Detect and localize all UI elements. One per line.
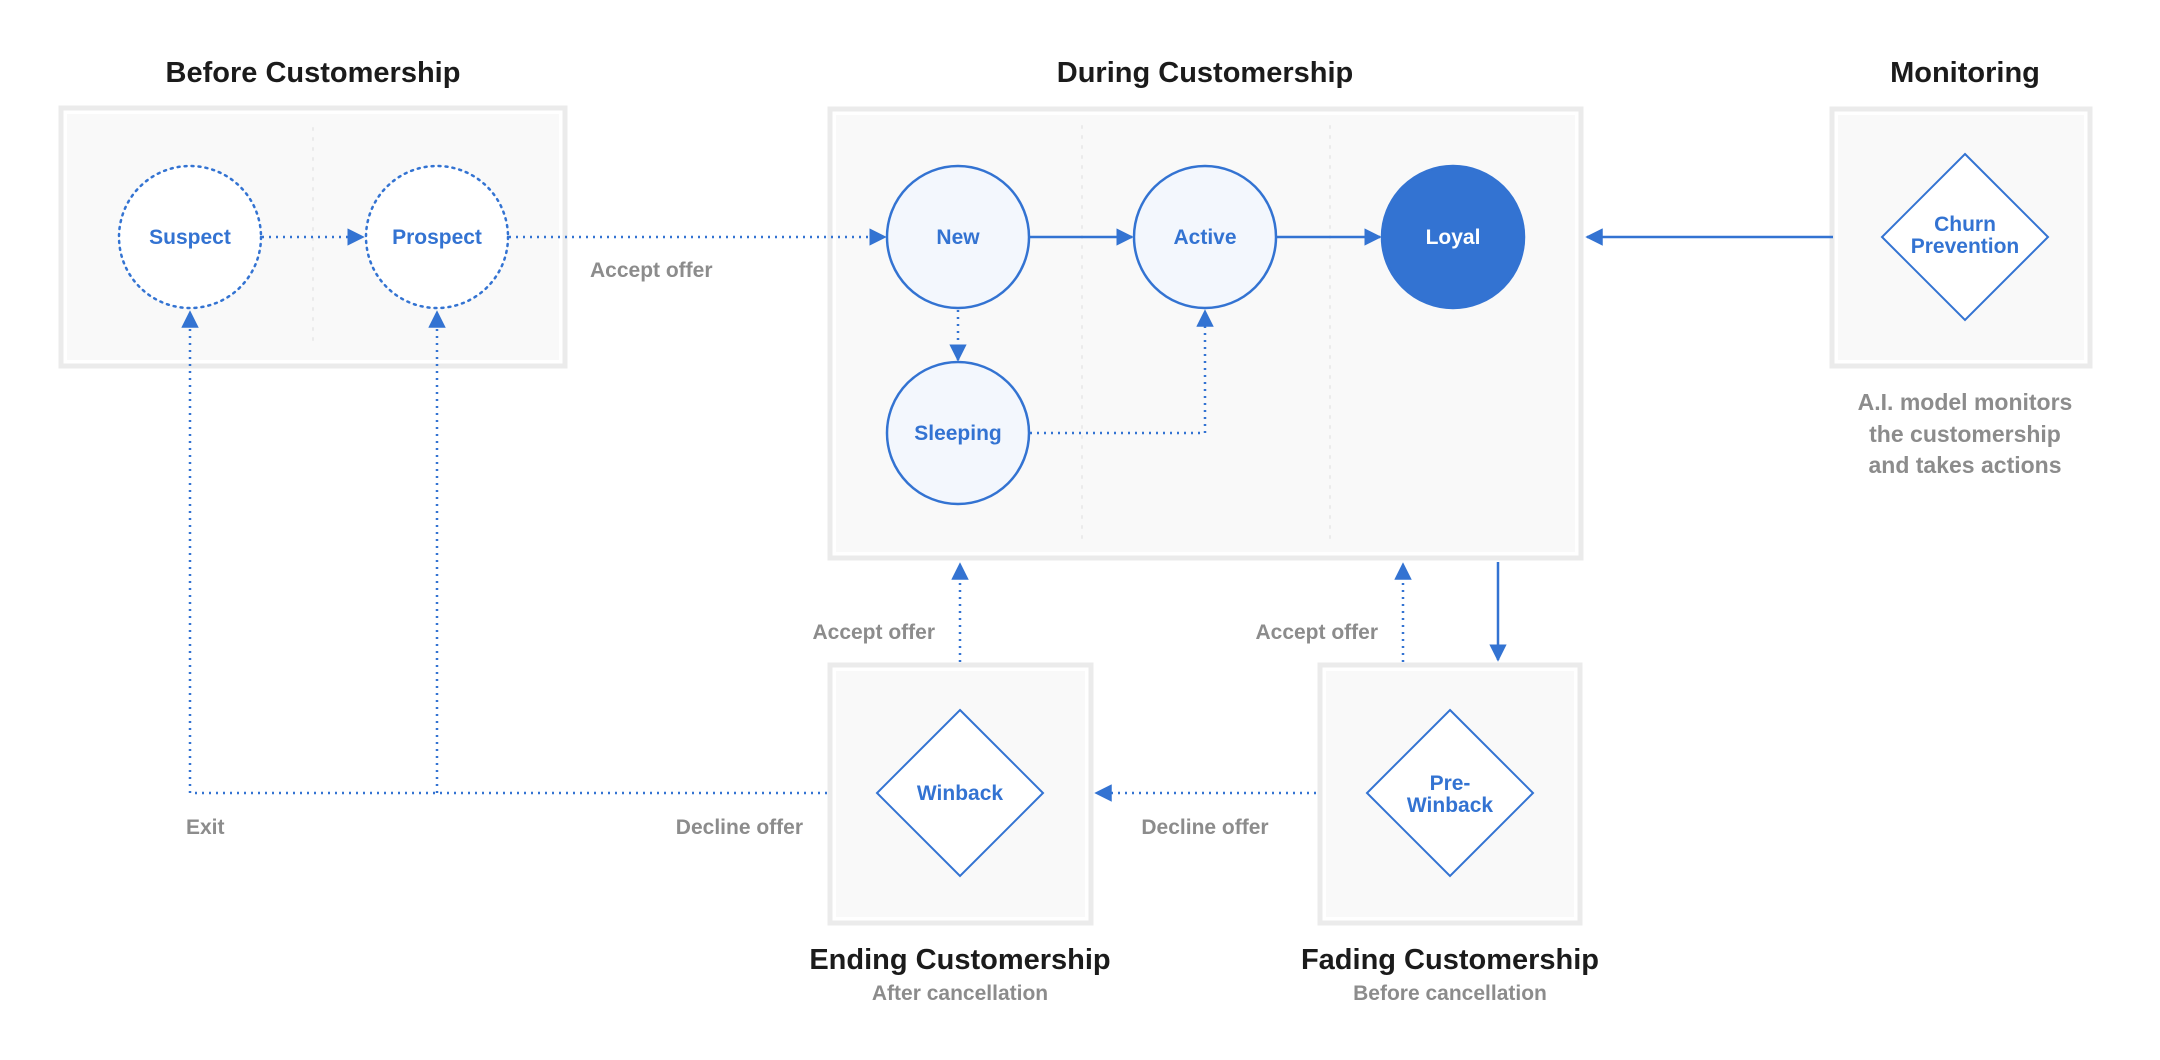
group-title-fading: Fading Customership	[1301, 944, 1599, 976]
edge-label-decline-offer: Decline offer	[676, 816, 803, 839]
node-label: Suspect	[149, 226, 231, 249]
customer-lifecycle-diagram: Before Customership During Customership …	[58, 57, 2093, 1005]
node-suspect[interactable]: Suspect	[117, 164, 263, 310]
edge-label-accept-offer: Accept offer	[1255, 621, 1378, 644]
group-subtitle-fading: Before cancellation	[1353, 982, 1547, 1005]
note-line: A.I. model monitors	[1858, 389, 2073, 415]
group-title-before: Before Customership	[166, 57, 461, 89]
node-label: Active	[1173, 226, 1236, 249]
node-label: Winback	[917, 782, 1003, 805]
node-loyal[interactable]: Loyal	[1380, 164, 1526, 310]
edge-label-exit: Exit	[186, 816, 225, 839]
group-subtitle-ending: After cancellation	[872, 982, 1048, 1005]
edge-winback-exit-suspect	[181, 310, 827, 795]
node-label: Prevention	[1911, 235, 2020, 258]
node-new[interactable]: New	[885, 164, 1031, 310]
edge-label-accept-offer: Accept offer	[590, 259, 713, 282]
group-title-monitoring: Monitoring	[1890, 57, 2040, 89]
edge-label-accept-offer: Accept offer	[812, 621, 935, 644]
node-label: Prospect	[392, 226, 482, 249]
note-line: and takes actions	[1868, 452, 2061, 478]
node-label: Loyal	[1426, 226, 1481, 249]
node-active[interactable]: Active	[1132, 164, 1278, 310]
node-label: New	[936, 226, 980, 249]
note-line: the customership	[1869, 421, 2061, 447]
node-label: Churn	[1934, 213, 1996, 236]
node-label: Sleeping	[914, 422, 1002, 445]
monitoring-note: A.I. model monitors the customership and…	[1858, 389, 2073, 478]
node-sleeping[interactable]: Sleeping	[885, 360, 1031, 506]
edge-label-decline-offer: Decline offer	[1141, 816, 1268, 839]
group-title-during: During Customership	[1057, 57, 1353, 89]
node-prospect[interactable]: Prospect	[364, 164, 510, 310]
group-title-ending: Ending Customership	[809, 944, 1110, 976]
node-label: Pre-	[1430, 772, 1471, 795]
node-label: Winback	[1407, 794, 1493, 817]
